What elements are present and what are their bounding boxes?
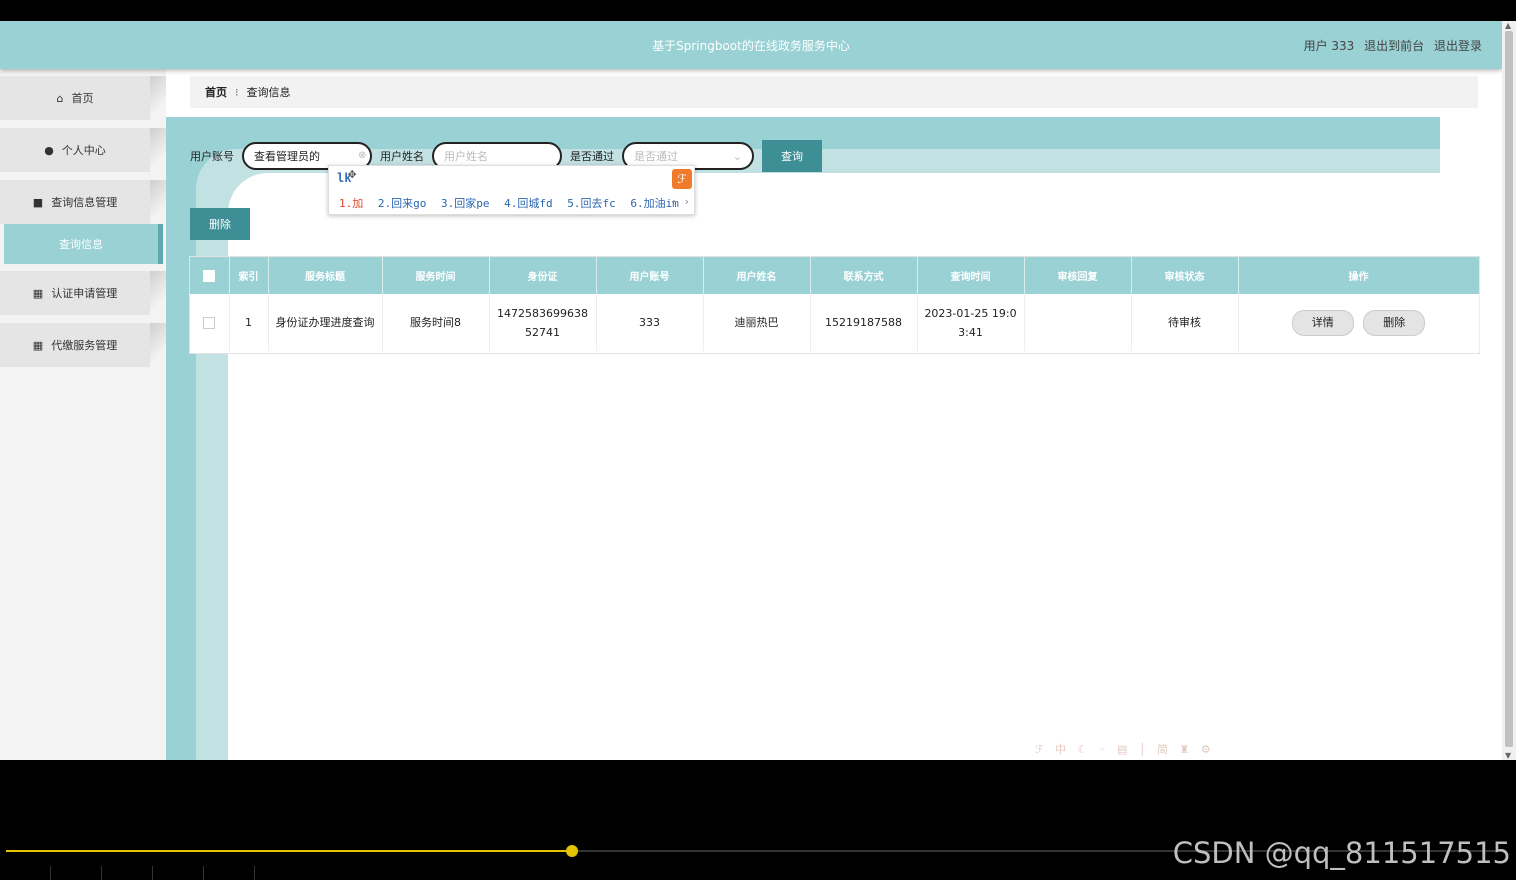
breadcrumb-home[interactable]: 首页 (205, 84, 227, 100)
grid-icon: ▦ (32, 286, 44, 300)
query-button[interactable]: 查询 (762, 140, 822, 172)
video-scrubber-handle[interactable] (566, 845, 579, 857)
move-icon[interactable]: ✥ (348, 166, 356, 182)
grid-icon: ▦ (32, 338, 44, 352)
cell-phone: 15219187588 (810, 294, 918, 351)
chevron-down-icon: ⌄ (732, 149, 742, 163)
pass-select-placeholder: 是否通过 (634, 150, 678, 163)
app-window: 基于Springboot的在线政务服务中心 用户 333 退出到前台 退出登录 … (0, 21, 1502, 760)
row-delete-button[interactable]: 删除 (1363, 309, 1426, 336)
row-select-cell[interactable] (190, 294, 230, 351)
sidebar-item-payment-manage[interactable]: ▦ 代缴服务管理 (0, 323, 150, 367)
sidebar-item-home[interactable]: ⌂ 首页 (0, 76, 150, 120)
sidebar-wedge (150, 180, 166, 224)
sidebar-item-label: 个人中心 (61, 144, 106, 157)
name-label: 用户姓名 (380, 150, 424, 163)
app-title: 基于Springboot的在线政务服务中心 (652, 39, 850, 53)
column-header: 服务标题 (268, 257, 383, 294)
breadcrumb-current: 查询信息 (246, 86, 291, 99)
scroll-up-icon[interactable]: ▲ (1505, 21, 1511, 30)
batch-delete-button[interactable]: 删除 (190, 208, 250, 240)
main-content: 首页 ⁝ 查询信息 用户账号 ⊗ 用户姓名 是否通过 是否通过 ⌄ 查询 删除 … (166, 69, 1502, 760)
sidebar-item-label: 认证申请管理 (51, 287, 118, 300)
ime-page-arrows-icon[interactable]: ‹ › (670, 195, 690, 208)
sidebar-item-query-manage[interactable]: ■ 查询信息管理 (0, 180, 150, 224)
detail-button[interactable]: 详情 (1291, 309, 1354, 336)
sidebar-subitem-query-info[interactable]: 查询信息 (4, 224, 163, 264)
vertical-scrollbar[interactable]: ▲ ▼ (1502, 21, 1516, 760)
sidebar-wedge (150, 128, 166, 172)
ticket-icon: ■ (32, 195, 44, 209)
table-row: 1 身份证办理进度查询 服务时间8 147258369963852741 333… (190, 294, 1480, 351)
column-header: 审核回复 (1024, 257, 1132, 294)
scroll-thumb[interactable] (1505, 31, 1513, 747)
pass-label: 是否通过 (570, 150, 614, 163)
logout-link[interactable]: 退出登录 (1434, 39, 1482, 53)
column-header: 审核状态 (1131, 257, 1239, 294)
column-header: 联系方式 (810, 257, 918, 294)
column-header: 服务时间 (382, 257, 490, 294)
cell-actions: 详情 删除 (1238, 294, 1480, 351)
row-checkbox[interactable] (203, 317, 216, 329)
sidebar-item-label: 首页 (71, 92, 94, 105)
top-bar: 基于Springboot的在线政务服务中心 用户 333 退出到前台 退出登录 (0, 21, 1502, 69)
exit-to-front-link[interactable]: 退出到前台 (1364, 39, 1424, 53)
cell-title: 身份证办理进度查询 (268, 294, 383, 351)
column-header: 用户姓名 (703, 257, 811, 294)
sidebar-item-label: 代缴服务管理 (51, 339, 118, 352)
user-label: 用户 333 (1303, 39, 1355, 53)
breadcrumb: 首页 ⁝ 查询信息 (190, 76, 1478, 108)
sidebar: ⌂ 首页 ● 个人中心 ■ 查询信息管理 查询信息 ▦ 认证申请管理 ▦ 代缴服… (0, 69, 166, 760)
sidebar-item-profile[interactable]: ● 个人中心 (0, 128, 150, 172)
column-header: 身份证 (489, 257, 597, 294)
column-header: 用户账号 (596, 257, 704, 294)
ime-candidate[interactable]: 2.回来go (378, 197, 427, 210)
cell-id-card: 147258369963852741 (489, 294, 597, 351)
select-all-cell[interactable] (190, 257, 230, 294)
cell-account: 333 (596, 294, 704, 351)
cell-name: 迪丽热巴 (703, 294, 811, 351)
home-icon: ⌂ (56, 91, 64, 105)
select-all-checkbox[interactable] (203, 269, 216, 282)
sidebar-wedge (150, 271, 166, 315)
sidebar-item-label: 查询信息 (59, 238, 103, 251)
sidebar-item-cert-manage[interactable]: ▦ 认证申请管理 (0, 271, 150, 315)
sidebar-wedge (150, 323, 166, 367)
ime-logo-icon: ℱ (672, 169, 692, 189)
video-progress (6, 850, 573, 852)
top-right-links: 用户 333 退出到前台 退出登录 (1298, 37, 1482, 54)
cell-index: 1 (229, 294, 269, 351)
ime-candidate[interactable]: 5.回去fc (567, 197, 616, 210)
clear-icon[interactable]: ⊗ (358, 150, 366, 161)
cell-status: 待审核 (1131, 294, 1239, 351)
user-icon: ● (44, 143, 54, 157)
sidebar-item-label: 查询信息管理 (51, 196, 118, 209)
scroll-down-icon[interactable]: ▼ (1505, 751, 1511, 760)
watermark: CSDN @qq_811517515 (1172, 836, 1511, 870)
column-header: 操作 (1238, 257, 1480, 294)
data-table: 索引 服务标题 服务时间 身份证 用户账号 用户姓名 联系方式 查询时间 审核回… (189, 256, 1480, 354)
column-header: 查询时间 (917, 257, 1025, 294)
ime-candidate[interactable]: 1.加 (339, 197, 363, 210)
column-header: 索引 (229, 257, 269, 294)
ime-status-bar-icons[interactable]: ℱ 中 ☾ ◦ ▤ │ 简 ♜ ⚙ (1035, 741, 1215, 757)
cell-query-time: 2023-01-25 19:03:41 (917, 294, 1025, 351)
account-label: 用户账号 (190, 150, 234, 163)
ime-candidates: 1.加 2.回来go 3.回家pe 4.回城fd 5.回去fc 6.加油im (339, 195, 687, 211)
cell-reply (1024, 294, 1132, 351)
cell-service-time: 服务时间8 (382, 294, 490, 351)
breadcrumb-separator: ⁝ (235, 85, 239, 99)
ime-candidate[interactable]: 4.回城fd (504, 197, 553, 210)
table-header-row: 索引 服务标题 服务时间 身份证 用户账号 用户姓名 联系方式 查询时间 审核回… (190, 257, 1480, 294)
ime-candidate-popup: lk ✥ ℱ 1.加 2.回来go 3.回家pe 4.回城fd 5.回去fc 6… (328, 165, 695, 215)
ime-candidate[interactable]: 3.回家pe (441, 197, 490, 210)
sidebar-wedge (150, 76, 166, 120)
